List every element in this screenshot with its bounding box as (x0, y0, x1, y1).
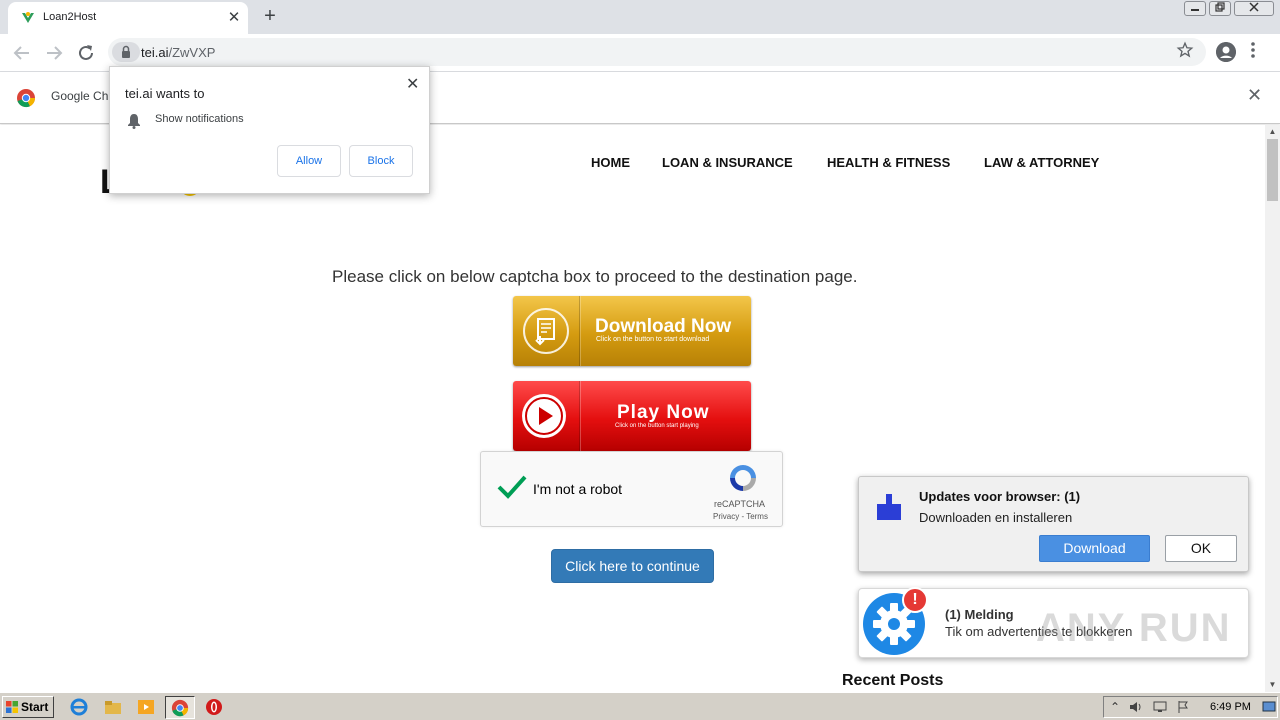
play-now-button[interactable]: Play Now Click on the button start playi… (513, 381, 751, 451)
minimize-window-button[interactable] (1184, 1, 1206, 16)
update-download-button[interactable]: Download (1039, 535, 1150, 562)
start-label: Start (21, 700, 49, 714)
recaptcha-logo-icon (730, 465, 756, 491)
allow-button[interactable]: Allow (277, 145, 341, 177)
update-toast-title: Updates voor browser: (1) (919, 489, 1081, 504)
clock-time: 6:49 PM (1210, 701, 1251, 713)
tray-expand-icon[interactable]: ⌃ (1110, 700, 1120, 714)
play-button-subtitle: Click on the button start playing (615, 423, 699, 429)
taskbar-chrome-button[interactable] (165, 696, 195, 719)
download-arrow-icon (877, 494, 901, 520)
opera-icon[interactable] (205, 698, 223, 716)
minimize-icon (1191, 9, 1199, 11)
permission-title: tei.ai wants to (125, 86, 205, 101)
captcha-label: I'm not a robot (533, 481, 623, 497)
forward-arrow-icon[interactable] (42, 41, 66, 65)
url-path: /ZwVXP (168, 45, 216, 60)
url-host: tei.ai (141, 45, 169, 60)
site-info-button[interactable] (112, 42, 140, 62)
nav-loan-insurance[interactable]: LOAN & INSURANCE (662, 155, 793, 170)
recaptcha-widget: I'm not a robot reCAPTCHA Privacy - Term… (480, 451, 783, 527)
address-bar[interactable]: tei.ai/ZwVXP (108, 38, 1206, 66)
chrome-logo-icon (17, 89, 36, 108)
page-scrollbar[interactable]: ▲ ▼ (1265, 125, 1280, 692)
windows-flag-icon (6, 701, 18, 713)
network-icon[interactable] (1152, 700, 1168, 714)
volume-icon[interactable] (1128, 700, 1144, 714)
update-toast-subtitle: Downloaden en installeren (919, 510, 1073, 525)
alert-badge: ! (902, 587, 928, 613)
continue-button[interactable]: Click here to continue (551, 549, 714, 583)
tab-strip: Loan2Host ✕ + (0, 0, 1280, 34)
notification-permission-popup: tei.ai wants to Show notifications ✕ All… (109, 66, 430, 194)
show-desktop-icon[interactable] (1262, 701, 1276, 713)
tab-title: Loan2Host (43, 11, 97, 23)
captcha-prompt: Please click on below captcha box to pro… (332, 267, 858, 286)
block-button[interactable]: Block (349, 145, 413, 177)
scroll-down-arrow-icon[interactable]: ▼ (1265, 678, 1280, 692)
media-player-icon[interactable] (137, 698, 155, 716)
scroll-up-arrow-icon[interactable]: ▲ (1265, 125, 1280, 139)
back-arrow-icon[interactable] (10, 41, 34, 65)
reload-icon[interactable] (74, 41, 98, 65)
download-now-button[interactable]: Download Now Click on the button to star… (513, 296, 751, 366)
recaptcha-brand: reCAPTCHA (714, 499, 766, 509)
restore-icon (1215, 2, 1225, 12)
restore-window-button[interactable] (1209, 1, 1231, 16)
url-text: tei.ai/ZwVXP (141, 45, 215, 60)
action-center-flag-icon[interactable] (1176, 700, 1190, 714)
play-button-divider (579, 381, 580, 451)
play-icon (522, 394, 566, 438)
recaptcha-terms-link[interactable]: Privacy - Terms (713, 512, 768, 521)
lock-icon (122, 45, 130, 58)
file-explorer-icon[interactable] (104, 698, 122, 716)
update-ok-button[interactable]: OK (1165, 535, 1237, 562)
bookmark-star-icon[interactable] (1176, 41, 1194, 59)
captcha-checkmark-icon[interactable] (495, 470, 529, 504)
screen: Loan2Host ✕ + tei.ai/ZwVXP Google Ch ✕ H… (0, 0, 1280, 720)
tab-close-icon[interactable]: ✕ (224, 8, 244, 28)
site-favicon-icon (22, 12, 34, 23)
infobar-close-icon[interactable]: ✕ (1247, 85, 1262, 106)
nav-law-attorney[interactable]: LAW & ATTORNEY (984, 155, 1099, 170)
start-button[interactable]: Start (2, 696, 54, 718)
browser-tab[interactable]: Loan2Host ✕ (8, 2, 248, 34)
play-button-title: Play Now (617, 402, 710, 423)
profile-avatar-icon[interactable] (1216, 42, 1236, 62)
permission-description: Show notifications (155, 113, 244, 125)
browser-update-toast: Updates voor browser: (1) Downloaden en … (858, 476, 1249, 572)
download-button-subtitle: Click on the button to start download (596, 336, 710, 343)
anyrun-watermark: ANY RUN (1036, 606, 1232, 650)
permission-close-icon[interactable]: ✕ (406, 74, 419, 94)
chrome-taskbar-icon (171, 699, 189, 717)
new-tab-button[interactable]: + (258, 5, 282, 29)
scroll-thumb[interactable] (1267, 139, 1278, 201)
download-button-divider (579, 296, 580, 366)
close-window-icon (1249, 2, 1259, 12)
internet-explorer-icon[interactable] (70, 698, 88, 716)
system-tray: ⌃ 6:49 PM (1103, 696, 1278, 718)
download-button-title: Download Now (595, 316, 732, 337)
bell-icon (128, 114, 140, 129)
nav-home[interactable]: HOME (591, 155, 630, 170)
close-window-button[interactable] (1234, 1, 1274, 16)
melding-title: (1) Melding (945, 607, 1014, 622)
windows-taskbar: Start ⌃ 6:49 PM (0, 692, 1280, 720)
browser-menu-icon[interactable] (1250, 41, 1256, 59)
recent-posts-heading: Recent Posts (842, 672, 944, 689)
infobar-text: Google Ch (51, 89, 109, 103)
nav-health-fitness[interactable]: HEALTH & FITNESS (827, 155, 950, 170)
download-doc-icon (523, 308, 569, 354)
